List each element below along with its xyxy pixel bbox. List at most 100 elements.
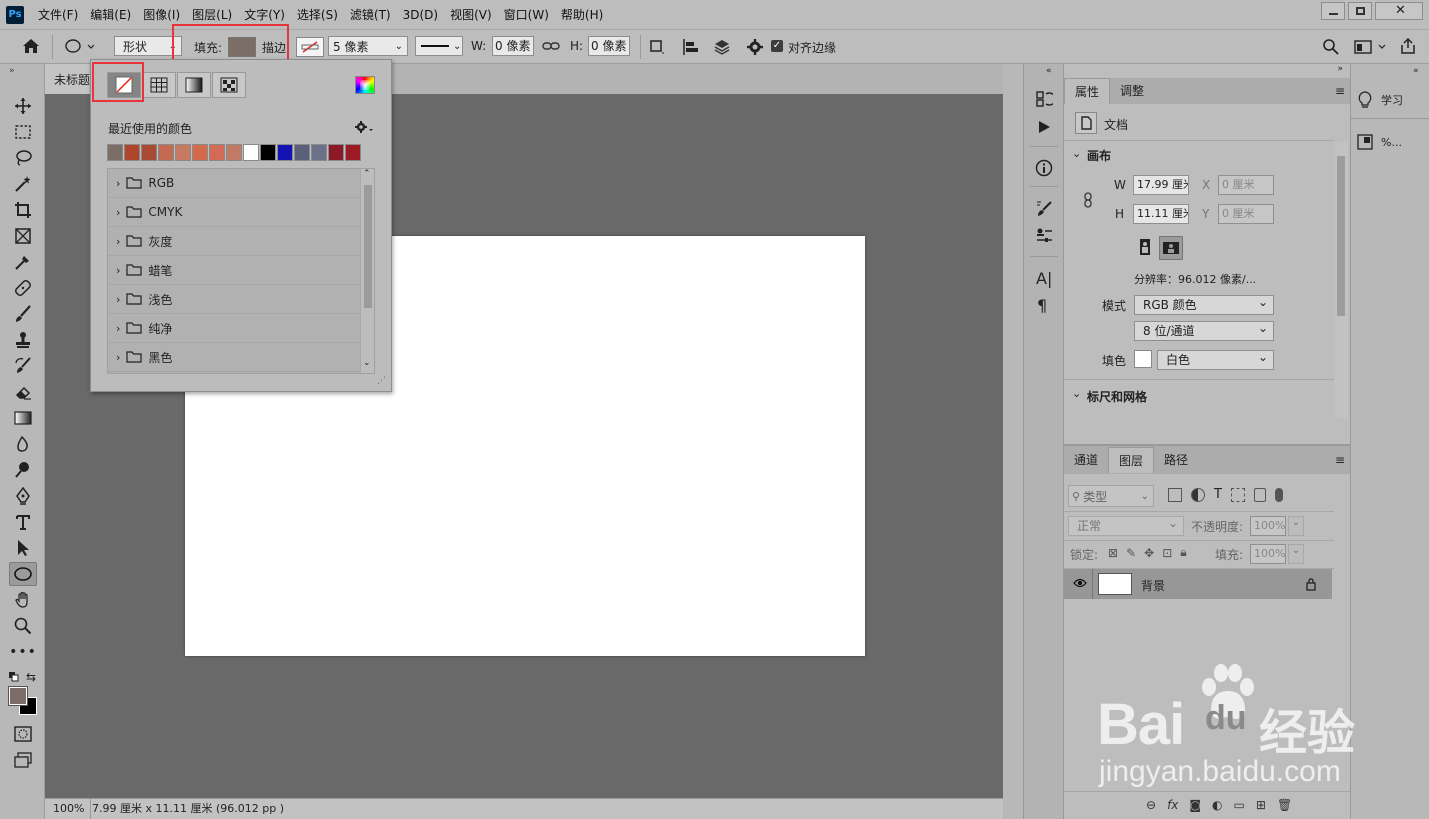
portrait-orientation-icon[interactable] (1134, 236, 1156, 258)
library-button[interactable]: %... (1357, 128, 1427, 156)
move-tool-icon[interactable] (9, 94, 37, 118)
swap-colors-icon[interactable]: ⇆ (26, 670, 36, 684)
swatch-folder-row[interactable]: › 灰度 (108, 227, 360, 256)
canvas-y-input[interactable]: 0 厘米 (1218, 204, 1274, 224)
info-panel-icon[interactable] (1035, 159, 1053, 177)
menu-window[interactable]: 窗口(W) (498, 0, 555, 30)
marquee-tool-icon[interactable] (9, 120, 37, 144)
clone-source-panel-icon[interactable] (1035, 227, 1053, 245)
recent-color-swatch[interactable] (328, 144, 344, 161)
hand-tool-icon[interactable] (9, 588, 37, 612)
lasso-tool-icon[interactable] (9, 146, 37, 170)
swatch-folder-row[interactable]: › RGB (108, 169, 360, 198)
lock-pixels-icon[interactable]: ✎ (1126, 546, 1136, 560)
background-fill-dropdown[interactable]: 白色 (1157, 348, 1274, 370)
close-button[interactable]: ✕ (1375, 2, 1423, 20)
foreground-color-swatch[interactable] (8, 686, 28, 706)
more-tools-icon[interactable]: ••• (9, 640, 37, 664)
frame-tool-icon[interactable] (9, 224, 37, 248)
tab-paths[interactable]: 路径 (1154, 447, 1198, 473)
maximize-button[interactable] (1348, 2, 1372, 20)
default-colors-icon[interactable] (9, 672, 19, 682)
stroke-color-swatch[interactable] (296, 37, 324, 57)
menu-select[interactable]: 选择(S) (291, 0, 344, 30)
collapse-learn-icon[interactable]: « (1413, 66, 1419, 76)
swatch-folder-row[interactable]: › 蜡笔 (108, 256, 360, 285)
crop-tool-icon[interactable] (9, 198, 37, 222)
panel-menu-icon[interactable]: ≡ (1335, 84, 1345, 98)
menu-3d[interactable]: 3D(D) (397, 0, 444, 30)
collapse-toolbar-icon[interactable]: » (9, 66, 15, 76)
gradient-button[interactable] (177, 72, 211, 98)
document-tab[interactable]: 未标题 (45, 64, 91, 94)
link-dimensions-icon[interactable] (1082, 192, 1094, 208)
type-filter-icon[interactable]: T (1214, 488, 1222, 502)
layer-row[interactable]: 背景 (1064, 569, 1332, 599)
color-picker-button[interactable] (355, 76, 375, 94)
add-mask-icon[interactable]: ◙ (1189, 798, 1201, 812)
document-info[interactable]: 7.99 厘米 x 11.11 厘米 (96.012 pp ) (92, 799, 284, 818)
search-icon[interactable] (1322, 38, 1340, 56)
brush-tool-icon[interactable] (9, 302, 37, 326)
rulers-section-toggle-icon[interactable]: ⌄ (1072, 387, 1081, 400)
path-arrangement-icon[interactable] (712, 37, 732, 57)
gear-icon[interactable] (746, 38, 764, 56)
recent-color-swatch[interactable] (141, 144, 157, 161)
recent-color-swatch[interactable] (175, 144, 191, 161)
menu-filter[interactable]: 滤镜(T) (344, 0, 397, 30)
swatch-settings-gear-icon[interactable] (355, 120, 373, 134)
adjustment-filter-icon[interactable] (1191, 488, 1205, 502)
actions-panel-icon[interactable] (1036, 119, 1052, 135)
share-icon[interactable] (1399, 37, 1417, 55)
screen-mode-icon[interactable] (9, 748, 37, 772)
dodge-tool-icon[interactable] (9, 458, 37, 482)
background-fill-swatch[interactable] (1134, 350, 1152, 368)
recent-color-swatch[interactable] (277, 144, 293, 161)
menu-view[interactable]: 视图(V) (444, 0, 498, 30)
layer-filter-dropdown[interactable]: ⚲ 类型 ⌄ (1068, 485, 1154, 507)
recent-color-swatch[interactable] (107, 144, 123, 161)
recent-color-swatch[interactable] (294, 144, 310, 161)
panel-menu-icon[interactable]: ≡ (1335, 453, 1345, 467)
visibility-eye-icon[interactable] (1073, 577, 1087, 589)
tab-adjustments[interactable]: 调整 (1110, 78, 1154, 104)
width-input[interactable]: 0 像素 (492, 36, 534, 56)
recent-color-swatch[interactable] (209, 144, 225, 161)
fill-opacity-input[interactable]: 100% (1250, 544, 1286, 564)
workspace-icon[interactable] (1354, 39, 1386, 55)
ellipse-tool-icon[interactable] (9, 562, 37, 586)
path-selection-tool-icon[interactable] (9, 536, 37, 560)
solid-color-button[interactable] (142, 72, 176, 98)
recent-color-swatch[interactable] (124, 144, 140, 161)
blur-tool-icon[interactable] (9, 432, 37, 456)
adjustment-layer-icon[interactable]: ◐ (1212, 798, 1222, 812)
learn-button[interactable]: 学习 (1357, 86, 1427, 114)
group-folder-icon[interactable]: ▭ (1234, 798, 1245, 812)
recent-color-swatch[interactable] (158, 144, 174, 161)
pen-tool-icon[interactable] (9, 484, 37, 508)
swatch-folder-row[interactable]: › 黑色 (108, 343, 360, 372)
path-operations-icon[interactable] (650, 40, 666, 56)
fill-dropdown-icon[interactable]: ⌄ (1288, 544, 1304, 564)
eraser-tool-icon[interactable] (9, 380, 37, 404)
menu-file[interactable]: 文件(F) (32, 0, 84, 30)
tab-channels[interactable]: 通道 (1064, 447, 1108, 473)
minimize-button[interactable] (1321, 2, 1345, 20)
shape-filter-icon[interactable] (1230, 488, 1245, 502)
opacity-dropdown-icon[interactable]: ⌄ (1288, 516, 1304, 536)
canvas-height-input[interactable]: 11.11 厘米 (1133, 204, 1189, 224)
color-mode-dropdown[interactable]: RGB 颜色 (1134, 293, 1274, 315)
history-panel-icon[interactable] (1035, 90, 1053, 108)
recent-color-swatch[interactable] (345, 144, 361, 161)
stroke-width-dropdown[interactable]: 5 像素 ⌄ (328, 36, 408, 56)
zoom-level[interactable]: 100% (45, 799, 91, 819)
ellipse-tool-preset-icon[interactable] (64, 38, 96, 54)
image-filter-icon[interactable] (1168, 488, 1182, 502)
home-icon[interactable] (22, 38, 40, 54)
swatch-folder-row[interactable]: › 纯净 (108, 314, 360, 343)
gradient-tool-icon[interactable] (9, 406, 37, 430)
filter-toggle-icon[interactable] (1274, 488, 1283, 502)
link-icon[interactable] (542, 40, 560, 52)
bit-depth-dropdown[interactable]: 8 位/通道 (1134, 319, 1274, 341)
quick-mask-icon[interactable] (9, 722, 37, 746)
